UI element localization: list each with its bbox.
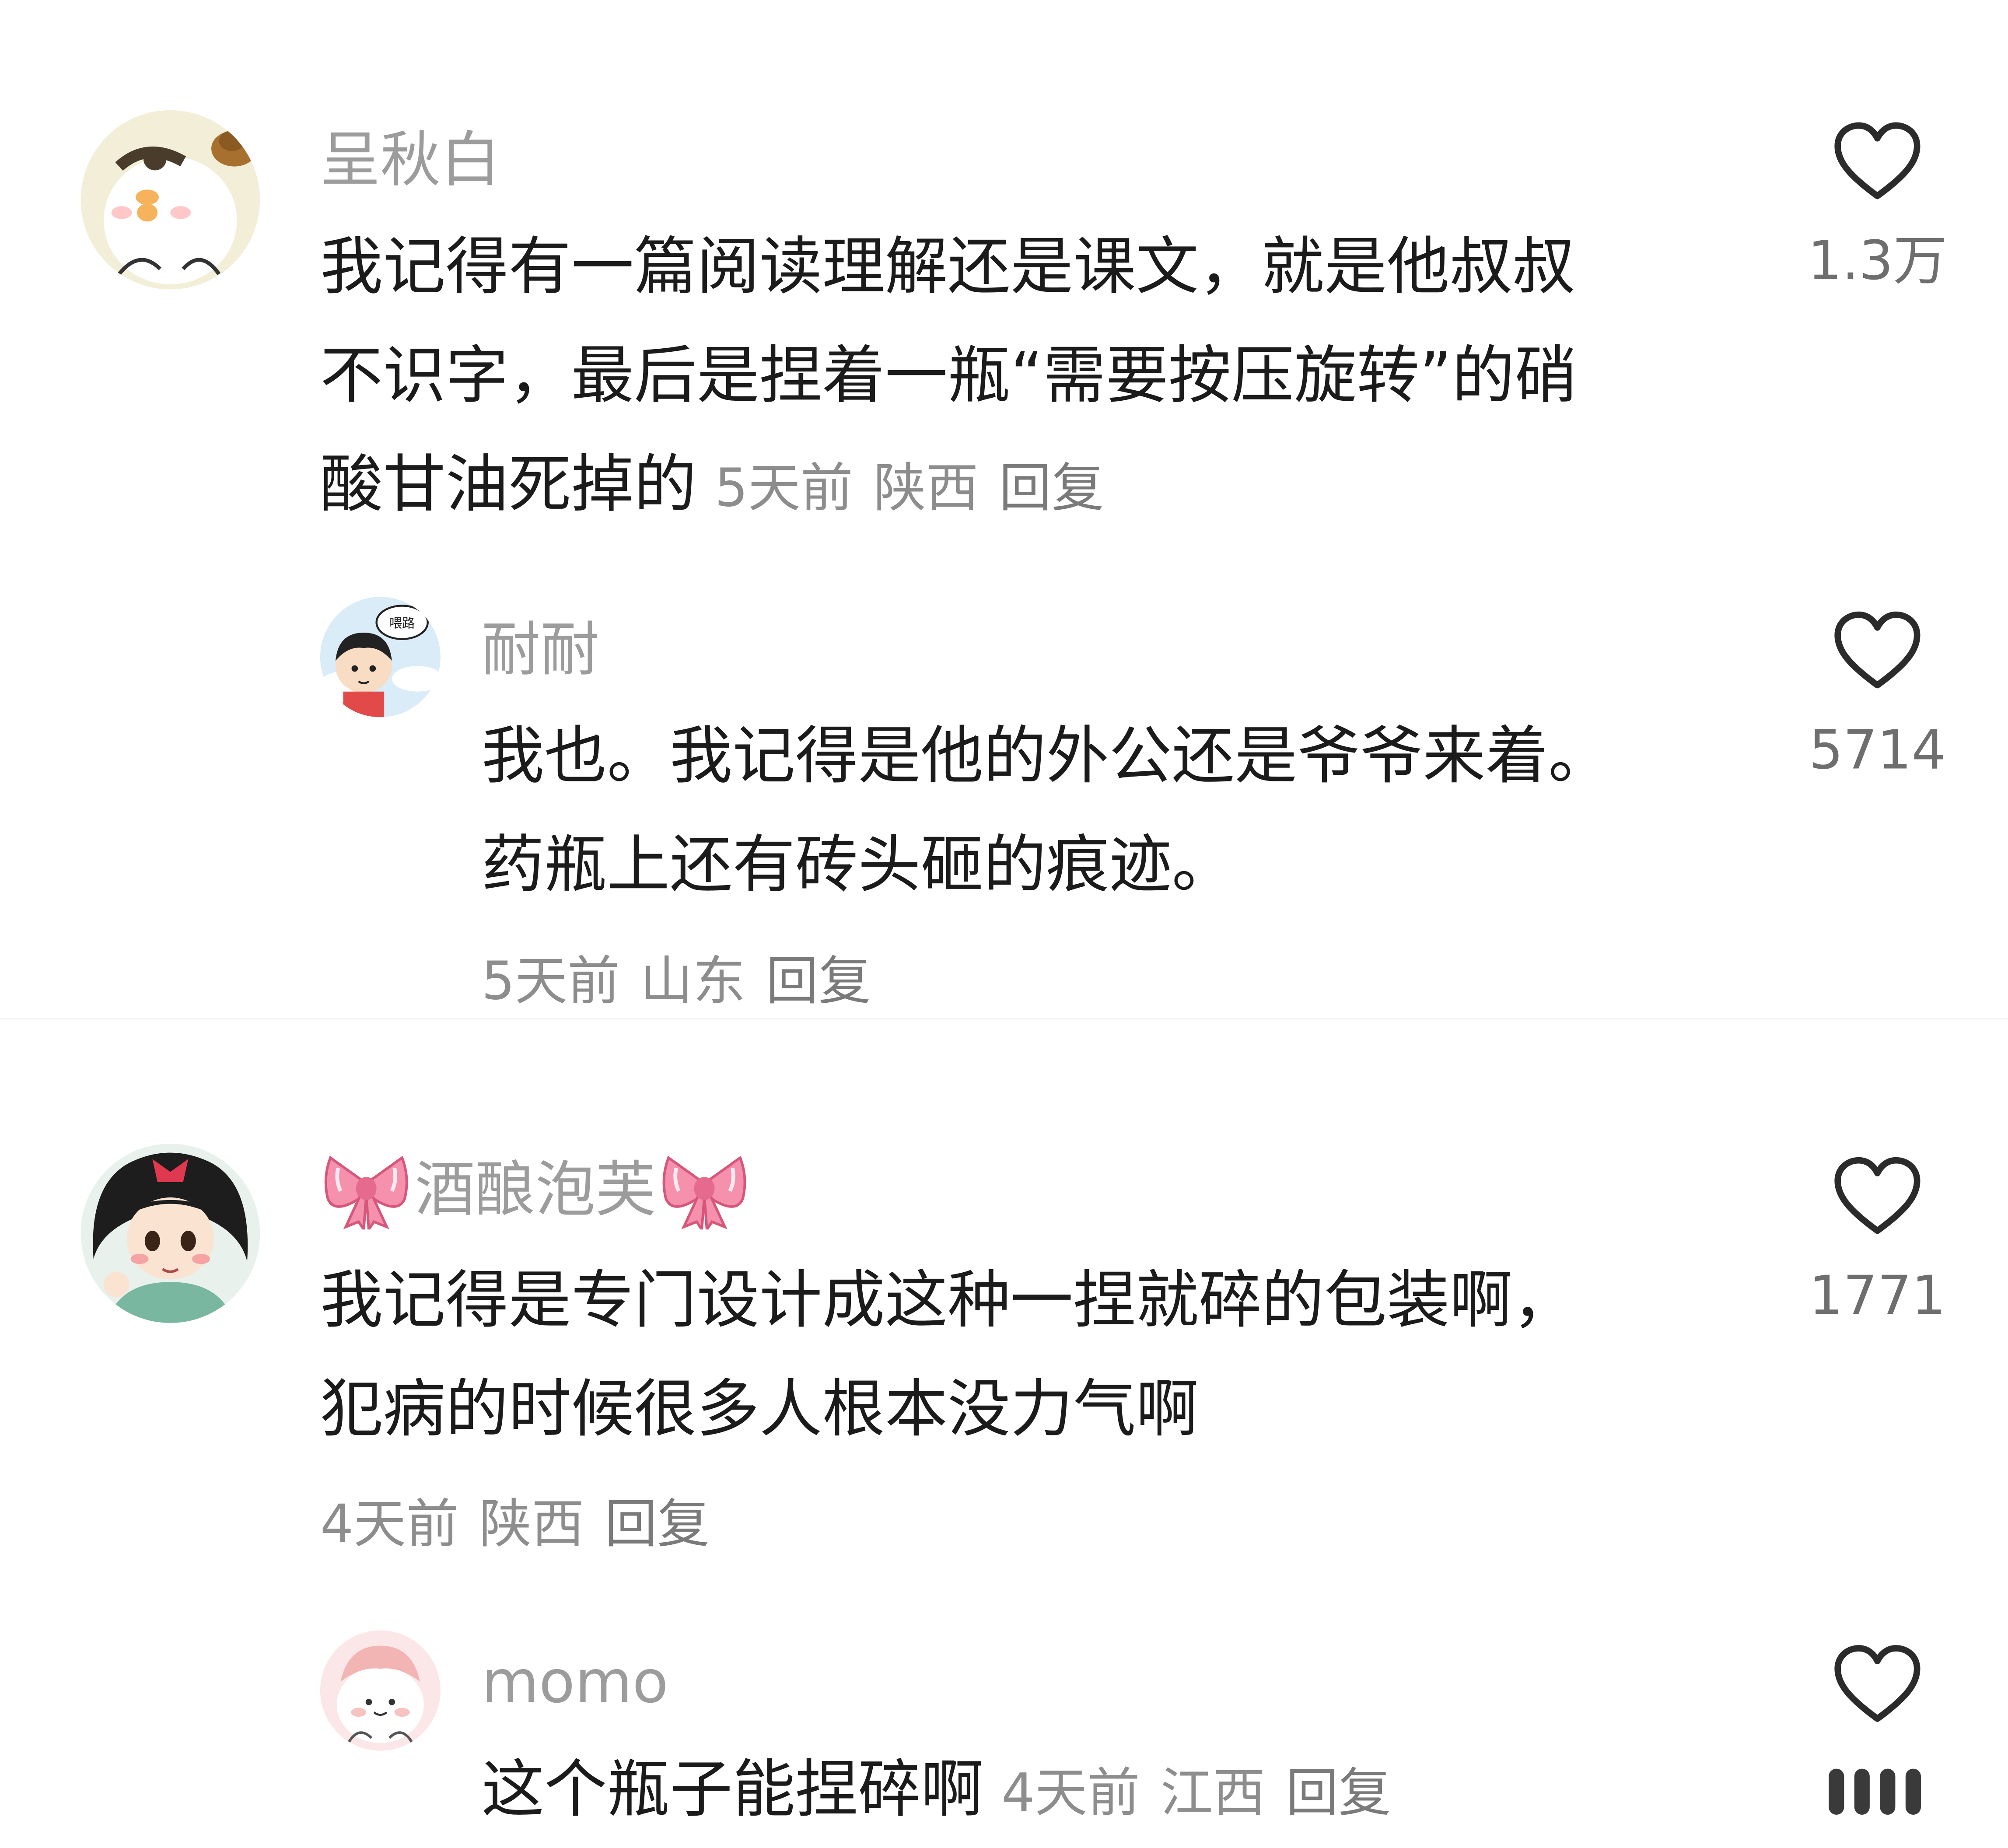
like-count: 1771 bbox=[1809, 1264, 1946, 1327]
like-button[interactable] bbox=[1801, 1645, 1954, 1724]
reply-text-line: 药瓶上还有砖头砸的痕迹。 bbox=[481, 828, 1235, 902]
comment-time: 4天前 bbox=[320, 1493, 459, 1555]
like-button[interactable]: 1.3万 bbox=[1801, 122, 1954, 288]
comment-text-line: 酸甘油死掉的 5天前 陕西 回复 bbox=[320, 430, 1578, 543]
like-count: 5714 bbox=[1809, 718, 1946, 781]
heart-outline-icon bbox=[1834, 1157, 1921, 1234]
comment-location: 陕西 bbox=[479, 1493, 584, 1555]
avatar-badge-text: 喂路 bbox=[389, 616, 415, 630]
comment-location: 陕西 bbox=[873, 457, 979, 519]
avatar[interactable] bbox=[80, 1144, 260, 1323]
reply-button[interactable]: 回复 bbox=[999, 457, 1104, 519]
comment-text-line: 我记得有一篇阅读理解还是课文，就是他叔叔 bbox=[320, 230, 1575, 304]
comment-time: 5天前 bbox=[714, 457, 853, 519]
heart-outline-icon bbox=[1834, 122, 1921, 200]
like-button[interactable]: 1771 bbox=[1801, 1156, 1954, 1323]
avatar[interactable] bbox=[320, 1630, 441, 1751]
reply-time: 5天前 bbox=[481, 950, 620, 1012]
reply-location: 山东 bbox=[640, 950, 745, 1012]
reply-text: 我也。我记得是他的外公还是爷爷来着。 药瓶上还有砖头砸的痕迹。 bbox=[482, 702, 1611, 920]
reply-button[interactable]: 回复 bbox=[605, 1493, 710, 1555]
comment-text-line-content: 酸甘油死掉的 bbox=[320, 448, 697, 522]
comment-text: 我记得是专门设计成这种一捏就碎的包装啊， 犯病的时候很多人根本没力气啊 bbox=[320, 1246, 1575, 1464]
like-button[interactable]: 5714 bbox=[1801, 611, 1954, 777]
divider bbox=[0, 1018, 2008, 1020]
reply-location: 江西 bbox=[1160, 1762, 1266, 1824]
avatar[interactable]: 喂路 bbox=[320, 597, 441, 718]
reply-button[interactable]: 回复 bbox=[1286, 1762, 1391, 1824]
comment-text-line: 犯病的时候很多人根本没力气啊 bbox=[320, 1373, 1199, 1446]
reply-button[interactable]: 回复 bbox=[766, 950, 871, 1012]
bow-icon bbox=[661, 1150, 748, 1230]
like-count-cutoff bbox=[1829, 1768, 1921, 1815]
comment-username[interactable]: 酒酿泡芙 bbox=[415, 1160, 655, 1220]
reply-time: 4天前 bbox=[1001, 1762, 1140, 1824]
like-count: 1.3万 bbox=[1808, 229, 1947, 292]
comment-meta: 5天前 陕西 回复 bbox=[714, 457, 1104, 519]
comment-text-line: 我记得是专门设计成这种一捏就碎的包装啊， bbox=[320, 1264, 1575, 1337]
avatar[interactable] bbox=[80, 110, 260, 290]
heart-outline-icon bbox=[1834, 1645, 1921, 1722]
heart-outline-icon bbox=[1834, 611, 1921, 689]
comment-feed: 呈秋白 我记得有一篇阅读理解还是课文，就是他叔叔 不识字，最后是捏着一瓶“需要按… bbox=[0, 0, 2008, 1848]
reply-text-line: 这个瓶子能捏碎啊 4天前 江西 回复 bbox=[482, 1735, 1391, 1848]
reply-text: 这个瓶子能捏碎啊 4天前 江西 回复 bbox=[482, 1735, 1391, 1848]
reply-meta: 4天前 江西 回复 bbox=[1001, 1762, 1391, 1824]
comment-username[interactable]: 呈秋白 bbox=[320, 131, 501, 191]
comment-text-line: 不识字，最后是捏着一瓶“需要按压旋转”的硝 bbox=[320, 339, 1578, 413]
comment-meta: 4天前 陕西 回复 bbox=[320, 1498, 710, 1551]
reply-username[interactable]: momo bbox=[482, 1652, 668, 1711]
bow-icon bbox=[323, 1150, 410, 1230]
reply-text-line-content: 这个瓶子能捏碎啊 bbox=[481, 1753, 984, 1827]
comment-username-row: 酒酿泡芙 bbox=[323, 1150, 748, 1230]
reply-meta: 5天前 山东 回复 bbox=[482, 955, 871, 1008]
reply-text-line: 我也。我记得是他的外公还是爷爷来着。 bbox=[481, 720, 1611, 793]
comment-text: 我记得有一篇阅读理解还是课文，就是他叔叔 不识字，最后是捏着一瓶“需要按压旋转”… bbox=[320, 213, 1578, 543]
reply-username[interactable]: 耐耐 bbox=[482, 620, 599, 679]
